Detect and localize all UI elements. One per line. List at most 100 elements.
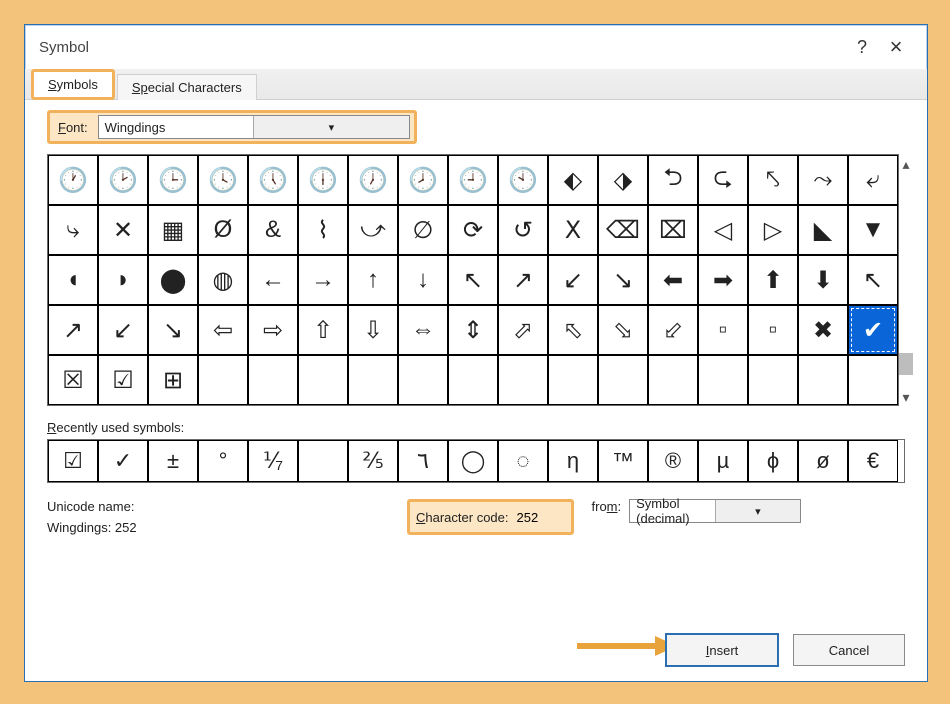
symbol-cell[interactable] [198,355,248,405]
symbol-cell[interactable]: ⇦ [198,305,248,355]
symbol-cell[interactable]: → [298,255,348,305]
symbol-cell[interactable]: ⬀ [498,305,548,355]
recent-symbol-cell[interactable]: € [848,440,898,482]
symbol-cell[interactable]: ☑ [98,355,148,405]
font-combobox[interactable]: Wingdings ▾ [98,115,410,139]
character-code-input[interactable] [515,506,565,528]
symbol-cell[interactable]: 🕒 [148,155,198,205]
cancel-button[interactable]: Cancel [793,634,905,666]
symbol-cell[interactable]: 🕕 [298,155,348,205]
scroll-up-icon[interactable]: ▴ [902,156,909,173]
recent-symbol-cell[interactable]: µ [698,440,748,482]
symbol-cell[interactable]: ⇕ [448,305,498,355]
symbol-cell[interactable]: ⇩ [348,305,398,355]
recent-symbol-cell[interactable]: ± [148,440,198,482]
symbol-cell[interactable] [298,355,348,405]
symbol-cell[interactable]: ↓ [398,255,448,305]
symbol-cell[interactable]: ⟳ [448,205,498,255]
symbol-cell[interactable]: Ø [198,205,248,255]
symbol-cell[interactable]: ⬗ [598,155,648,205]
symbol-cell[interactable]: ⌇ [298,205,348,255]
recent-symbol-cell[interactable]: η [548,440,598,482]
symbol-cell[interactable]: ↑ [348,255,398,305]
help-button[interactable]: ? [845,30,879,64]
symbol-cell[interactable]: ↖ [848,255,898,305]
symbol-cell[interactable]: ↙ [98,305,148,355]
symbol-cell[interactable] [848,355,898,405]
symbol-cell[interactable]: ↖ [448,255,498,305]
symbol-cell[interactable]: 🕖 [348,155,398,205]
close-button[interactable]: × [879,30,913,64]
symbol-cell[interactable]: ↺ [498,205,548,255]
symbol-cell[interactable]: ⌧ [648,205,698,255]
symbol-cell[interactable] [648,355,698,405]
symbol-cell[interactable]: ← [248,255,298,305]
symbol-cell[interactable]: ✕ [98,205,148,255]
recent-symbol-cell[interactable]: ° [198,440,248,482]
symbol-cell[interactable]: ◣ [798,205,848,255]
insert-button[interactable]: Insert [665,633,779,667]
scroll-down-icon[interactable]: ▾ [902,389,909,406]
symbol-cell[interactable]: ◗ [98,255,148,305]
recent-symbol-cell[interactable]: ® [648,440,698,482]
symbol-cell[interactable]: ↗ [498,255,548,305]
recent-symbol-cell[interactable]: ✓ [98,440,148,482]
symbol-cell[interactable]: ⬃ [648,305,698,355]
symbol-cell[interactable]: 🕑 [98,155,148,205]
symbol-cell[interactable]: ⵝ [548,205,598,255]
symbol-cell[interactable]: ⮌ [648,155,698,205]
symbol-cell[interactable]: ↙ [548,255,598,305]
symbol-cell[interactable]: ⬂ [598,305,648,355]
symbol-cell[interactable]: ∅ [398,205,448,255]
symbol-cell[interactable]: 🕓 [198,155,248,205]
symbol-cell[interactable]: ▫ [698,305,748,355]
recent-symbol-cell[interactable]: ⅖ [348,440,398,482]
symbol-cell[interactable]: ➡ [698,255,748,305]
symbol-cell[interactable]: 🕙 [498,155,548,205]
symbol-cell[interactable]: ↘ [598,255,648,305]
recent-symbol-cell[interactable]: ◌ [498,440,548,482]
symbol-cell[interactable]: ⇧ [298,305,348,355]
symbol-cell[interactable] [448,355,498,405]
symbol-cell[interactable] [248,355,298,405]
symbol-cell[interactable]: ⤣ [748,155,798,205]
symbol-cell[interactable]: ▫ [748,305,798,355]
recent-symbol-cell[interactable]: ◯ [448,440,498,482]
symbol-cell[interactable]: ◁ [698,205,748,255]
recent-symbol-cell[interactable]: ☑ [48,440,98,482]
symbol-cell[interactable]: 🕔 [248,155,298,205]
symbol-cell[interactable]: 🕐 [48,155,98,205]
symbol-cell[interactable]: ▼ [848,205,898,255]
recent-symbol-cell[interactable]: ™ [598,440,648,482]
symbol-cell[interactable]: ↘ [148,305,198,355]
symbol-cell[interactable]: ⬁ [548,305,598,355]
symbol-cell[interactable] [398,355,448,405]
symbol-cell[interactable]: ◖ [48,255,98,305]
symbol-cell[interactable]: ↗ [48,305,98,355]
symbol-cell[interactable]: ▷ [748,205,798,255]
symbol-cell[interactable]: ⤻ [348,205,398,255]
tab-symbols[interactable]: Symbols [31,69,115,100]
recent-symbol-cell[interactable]: ٦ [398,440,448,482]
symbol-cell[interactable]: ⇨ [248,305,298,355]
symbol-cell[interactable]: ▦ [148,205,198,255]
symbol-cell[interactable]: ⌫ [598,205,648,255]
symbol-cell[interactable]: ⮎ [698,155,748,205]
symbol-cell[interactable]: 🕗 [398,155,448,205]
symbol-cell[interactable]: ⬤ [148,255,198,305]
symbol-cell[interactable] [798,355,848,405]
symbol-cell[interactable]: ⬆ [748,255,798,305]
symbol-cell[interactable] [598,355,648,405]
symbol-cell[interactable]: ⬇ [798,255,848,305]
symbol-cell[interactable] [548,355,598,405]
chevron-down-icon[interactable]: ▾ [715,500,801,522]
symbol-cell[interactable]: ⤳ [798,155,848,205]
symbol-cell[interactable]: ✖ [798,305,848,355]
tab-special-characters[interactable]: Special Characters [117,74,257,100]
symbol-cell[interactable]: ☒ [48,355,98,405]
symbol-cell[interactable]: 🕘 [448,155,498,205]
symbol-cell[interactable] [698,355,748,405]
scroll-thumb[interactable] [899,353,913,375]
symbol-cell[interactable]: ⬅ [648,255,698,305]
scrollbar[interactable]: ▴ ▾ [899,154,913,406]
